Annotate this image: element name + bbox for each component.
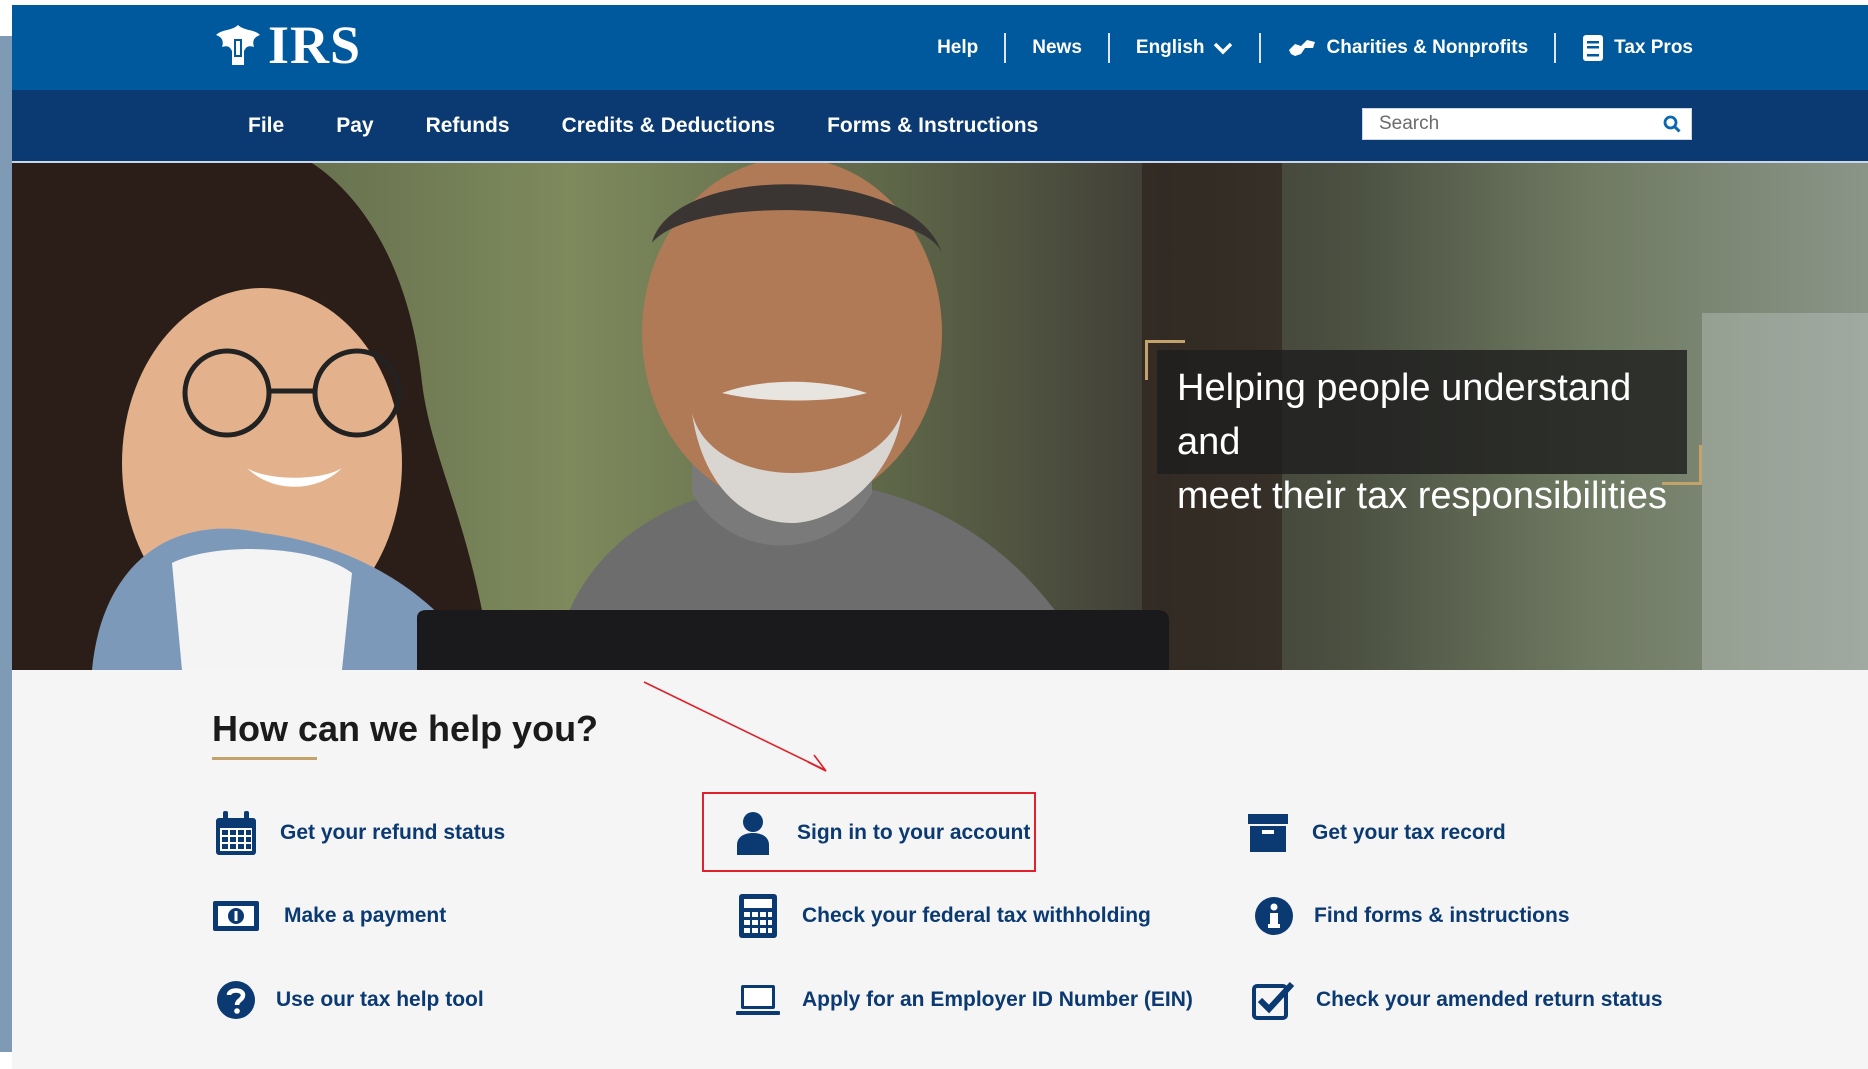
make-payment-link[interactable]: Make a payment <box>210 890 446 942</box>
irs-logo[interactable]: IRS <box>212 15 361 75</box>
hero-tagline: Helping people understand and meet their… <box>1177 361 1677 523</box>
refund-status-label: Get your refund status <box>280 821 506 844</box>
info-circle-icon <box>1248 890 1300 942</box>
tax-help-tool-label: Use our tax help tool <box>276 988 484 1011</box>
news-link-label: News <box>1032 37 1082 58</box>
sign-in-account-label: Sign in to your account <box>797 821 1031 844</box>
charities-link[interactable]: Charities & Nonprofits <box>1261 31 1555 65</box>
tax-withholding-label: Check your federal tax withholding <box>802 904 1151 927</box>
checkbox-icon <box>1248 974 1300 1026</box>
tax-pros-link[interactable]: Tax Pros <box>1556 31 1693 65</box>
amended-return-label: Check your amended return status <box>1316 988 1663 1011</box>
calculator-icon <box>732 890 784 942</box>
money-bill-icon <box>210 890 262 942</box>
irs-wordmark: IRS <box>268 15 362 75</box>
laptop-icon <box>732 974 784 1026</box>
search-icon <box>1663 115 1681 133</box>
tagline-line-2: meet their tax responsibilities <box>1177 475 1667 517</box>
woman-photo <box>12 163 492 670</box>
user-icon <box>727 807 779 859</box>
help-link[interactable]: Help <box>911 31 1004 65</box>
search-button[interactable] <box>1653 109 1691 139</box>
tax-record-label: Get your tax record <box>1312 821 1506 844</box>
question-circle-icon <box>210 974 262 1026</box>
search-box <box>1362 108 1692 140</box>
laptop-photo <box>417 610 1169 670</box>
book-icon <box>1583 35 1604 61</box>
nav-item-credits-deductions[interactable]: Credits & Deductions <box>536 114 802 138</box>
help-link-label: Help <box>937 37 979 58</box>
language-label: English <box>1135 37 1205 58</box>
handshake-icon <box>1288 40 1315 56</box>
main-nav-items: File Pay Refunds Credits & Deductions Fo… <box>222 90 1064 161</box>
tax-withholding-link[interactable]: Check your federal tax withholding <box>732 890 1151 942</box>
help-section-title: How can we help you? <box>212 708 599 749</box>
refund-status-link[interactable]: Get your refund status <box>210 807 505 859</box>
tax-help-tool-link[interactable]: Use our tax help tool <box>210 974 484 1026</box>
make-payment-label: Make a payment <box>284 904 447 927</box>
left-edge-strip <box>0 36 12 1052</box>
tax-record-link[interactable]: Get your tax record <box>1242 807 1506 859</box>
calendar-icon <box>210 807 262 859</box>
irs-home-page: IRS Help News English Charities & Nonpro… <box>12 5 1868 1069</box>
help-section: How can we help you? Get your refund sta… <box>12 670 1868 1069</box>
apply-ein-link[interactable]: Apply for an Employer ID Number (EIN) <box>732 974 1193 1026</box>
top-utility-bar: IRS Help News English Charities & Nonpro… <box>12 5 1868 90</box>
archive-box-icon <box>1242 807 1294 859</box>
eagle-icon <box>216 25 260 65</box>
hero-banner: Helping people understand and meet their… <box>12 163 1868 670</box>
find-forms-link[interactable]: Find forms & instructions <box>1248 890 1570 942</box>
apply-ein-label: Apply for an Employer ID Number (EIN) <box>802 988 1193 1011</box>
nav-item-file[interactable]: File <box>222 114 310 138</box>
find-forms-label: Find forms & instructions <box>1314 904 1570 927</box>
news-link[interactable]: News <box>1006 31 1108 65</box>
charities-label: Charities & Nonprofits <box>1326 37 1529 58</box>
nav-item-forms-instructions[interactable]: Forms & Instructions <box>801 114 1064 138</box>
nav-item-refunds[interactable]: Refunds <box>400 114 536 138</box>
chevron-down-icon <box>1213 42 1232 55</box>
search-input[interactable] <box>1363 109 1653 139</box>
nav-item-pay[interactable]: Pay <box>310 114 399 138</box>
language-dropdown[interactable]: English <box>1110 31 1259 65</box>
man-photo <box>552 163 1092 670</box>
tax-pros-label: Tax Pros <box>1614 37 1693 58</box>
background-window <box>1702 313 1868 670</box>
amended-return-link[interactable]: Check your amended return status <box>1248 974 1663 1026</box>
sign-in-account-link[interactable]: Sign in to your account <box>727 807 1030 859</box>
title-underline <box>212 757 317 760</box>
utility-nav: Help News English Charities & Nonprofits <box>911 31 1693 65</box>
tagline-line-1: Helping people understand and <box>1177 367 1632 463</box>
